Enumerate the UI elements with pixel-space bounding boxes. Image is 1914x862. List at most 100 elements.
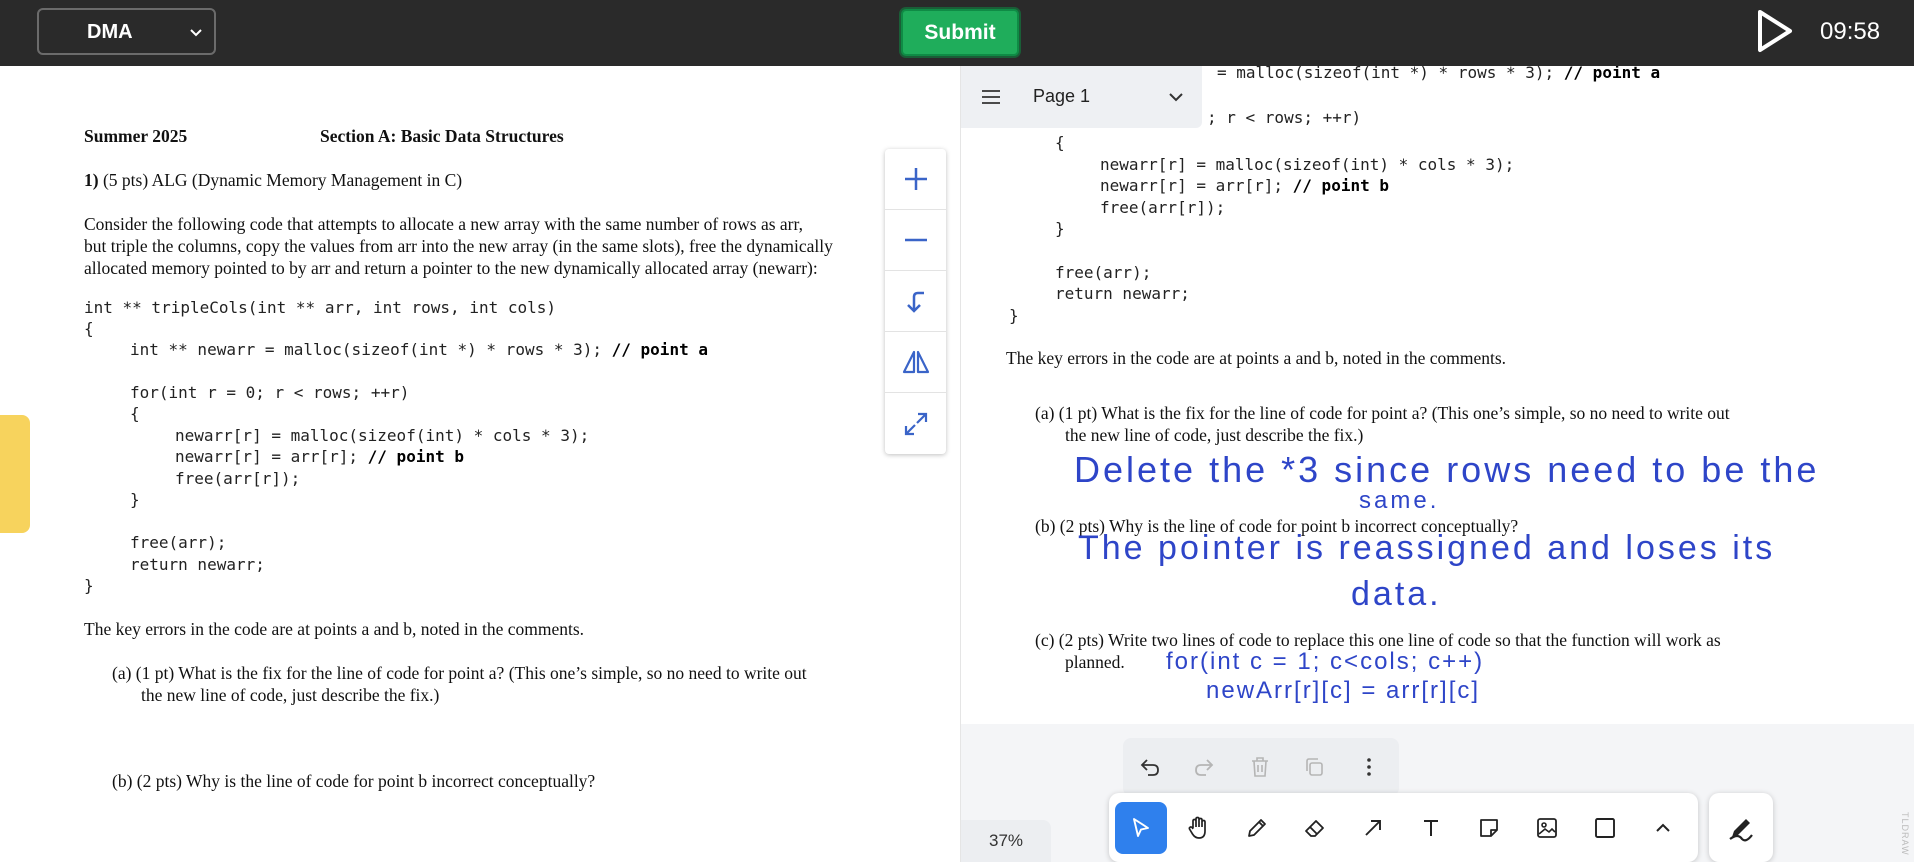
code-brace: } xyxy=(130,490,140,509)
pen-mode-button[interactable] xyxy=(1709,793,1773,862)
delete-button[interactable] xyxy=(1245,752,1275,782)
code-inner-free: free(arr[r]); xyxy=(1100,198,1226,217)
code-comment-point-a: // point a xyxy=(611,340,708,359)
exam-section: Section A: Basic Data Structures xyxy=(320,126,564,146)
code-inner-alloc: newarr[r] = malloc(sizeof(int) * cols * … xyxy=(175,426,590,445)
arrow-icon xyxy=(1365,820,1381,836)
undo-button[interactable] xyxy=(1135,752,1165,782)
arrow-tool[interactable] xyxy=(1347,802,1399,854)
code-inner-assign-line: newarr[r] = arr[r]; // point b xyxy=(1100,175,1389,197)
code-inner-assign-line: newarr[r] = arr[r]; // point b xyxy=(175,446,464,468)
course-select[interactable]: DMA xyxy=(37,8,216,55)
code-comment-point-b: // point b xyxy=(1292,176,1389,195)
undo-icon xyxy=(1140,759,1159,776)
code-signature: int ** tripleCols(int ** arr, int rows, … xyxy=(84,298,557,317)
code-free: free(arr); xyxy=(130,533,227,552)
select-tool[interactable] xyxy=(1115,802,1167,854)
code-brace: { xyxy=(1055,133,1065,152)
code-inner-assign: newarr[r] = arr[r]; xyxy=(175,447,368,466)
code-return: return newarr; xyxy=(130,555,265,574)
plus-icon xyxy=(904,168,927,190)
zoom-in-button[interactable] xyxy=(885,149,946,210)
top-bar: DMA Submit 09:58 xyxy=(0,0,1914,66)
expand-button[interactable] xyxy=(885,393,946,454)
edit-toolbar xyxy=(1123,738,1399,796)
code-alloc-line: int ** newarr = malloc(sizeof(int *) * r… xyxy=(130,339,708,361)
zoom-out-button[interactable] xyxy=(885,210,946,271)
handwritten-answer-c: newArr[r][c] = arr[r][c] xyxy=(1206,677,1481,704)
side-tab[interactable] xyxy=(0,415,30,533)
code-alloc: = malloc(sizeof(int *) * rows * 3); xyxy=(1217,66,1564,82)
highlighter-pen-icon xyxy=(1729,818,1753,841)
handwritten-answer-b: data. xyxy=(1351,575,1442,613)
duplicate-button[interactable] xyxy=(1299,752,1329,782)
code-comment-point-b: // point b xyxy=(367,447,464,466)
play-icon[interactable] xyxy=(1755,9,1795,53)
hamburger-icon[interactable] xyxy=(981,89,1001,105)
image-tool[interactable] xyxy=(1521,802,1573,854)
code-inner-alloc: newarr[r] = malloc(sizeof(int) * cols * … xyxy=(1100,155,1515,174)
exam-document[interactable]: Summer 2025 Section A: Basic Data Struct… xyxy=(0,66,960,862)
timer: 09:58 xyxy=(1820,18,1881,45)
return-button[interactable] xyxy=(885,271,946,332)
text-icon xyxy=(1424,820,1438,836)
question-title-text: (5 pts) ALG (Dynamic Memory Management i… xyxy=(98,170,463,190)
code-alloc: int ** newarr = malloc(sizeof(int *) * r… xyxy=(130,340,612,359)
note-tool[interactable] xyxy=(1463,802,1515,854)
course-select-label: DMA xyxy=(87,21,133,43)
key-errors-text: The key errors in the code are at points… xyxy=(84,619,585,639)
chevron-down-icon xyxy=(190,29,202,37)
redo-button[interactable] xyxy=(1189,752,1219,782)
handwritten-answer-c: for(int c = 1; c<cols; c++) xyxy=(1166,648,1485,675)
zoom-level[interactable]: 37% xyxy=(961,820,1051,862)
brand-watermark: TLDRAW xyxy=(1900,812,1910,856)
key-errors-text: The key errors in the code are at points… xyxy=(1006,348,1507,368)
code-brace: { xyxy=(84,319,94,338)
return-arrow-icon xyxy=(906,291,924,313)
draw-tool[interactable] xyxy=(1231,802,1283,854)
code-return: return newarr; xyxy=(1055,284,1190,303)
question-number: 1) xyxy=(84,170,99,190)
question-title: 1) (5 pts) ALG (Dynamic Memory Managemen… xyxy=(84,169,462,191)
code-brace: } xyxy=(1055,219,1065,238)
hand-icon xyxy=(1188,816,1206,839)
rectangle-tool[interactable] xyxy=(1579,802,1631,854)
question-c-cont: planned. xyxy=(1065,652,1125,672)
vertical-toolbar xyxy=(885,149,946,454)
chevron-down-icon xyxy=(1169,93,1183,102)
submit-button[interactable]: Submit xyxy=(901,9,1019,56)
select-pointer-icon xyxy=(1133,818,1149,837)
duplicate-icon xyxy=(1306,758,1323,776)
flip-button[interactable] xyxy=(885,332,946,393)
pencil-icon xyxy=(1248,819,1266,837)
trash-icon xyxy=(1252,757,1268,777)
text-tool[interactable] xyxy=(1405,802,1457,854)
code-inner-assign: newarr[r] = arr[r]; xyxy=(1100,176,1293,195)
code-brace: { xyxy=(130,404,140,423)
more-button[interactable] xyxy=(1354,752,1384,782)
eraser-tool[interactable] xyxy=(1289,802,1341,854)
redo-icon xyxy=(1195,759,1214,776)
code-alloc-partial: = malloc(sizeof(int *) * rows * 3); // p… xyxy=(1217,66,1660,84)
intro-line: but triple the columns, copy the values … xyxy=(84,236,833,256)
more-tools-button[interactable] xyxy=(1637,802,1689,854)
question-a-cont: the new line of code, just describe the … xyxy=(1065,425,1364,445)
intro-line: allocated memory pointed to by arr and r… xyxy=(84,258,818,278)
code-inner-free: free(arr[r]); xyxy=(175,469,301,488)
handwritten-answer-b: The pointer is reassigned and loses its xyxy=(1078,529,1776,567)
chevron-up-icon xyxy=(1656,823,1670,832)
code-brace: } xyxy=(84,576,94,595)
page-selector[interactable]: Page 1 xyxy=(961,66,1202,128)
question-b: (b) (2 pts) Why is the line of code for … xyxy=(112,771,596,791)
code-free: free(arr); xyxy=(1055,263,1152,282)
hand-tool[interactable] xyxy=(1173,802,1225,854)
code-for-partial: ; r < rows; ++r) xyxy=(1207,108,1362,127)
image-icon xyxy=(1537,818,1557,838)
question-a: (a) (1 pt) What is the fix for the line … xyxy=(1035,403,1730,423)
handwritten-answer-a: Delete the *3 since rows need to be the xyxy=(1074,449,1820,490)
minus-icon xyxy=(904,238,927,242)
intro-line: Consider the following code that attempt… xyxy=(84,214,804,234)
drawing-toolbar xyxy=(1109,793,1698,862)
eraser-icon xyxy=(1305,820,1324,837)
whiteboard-canvas[interactable]: = malloc(sizeof(int *) * rows * 3); // p… xyxy=(960,66,1914,862)
